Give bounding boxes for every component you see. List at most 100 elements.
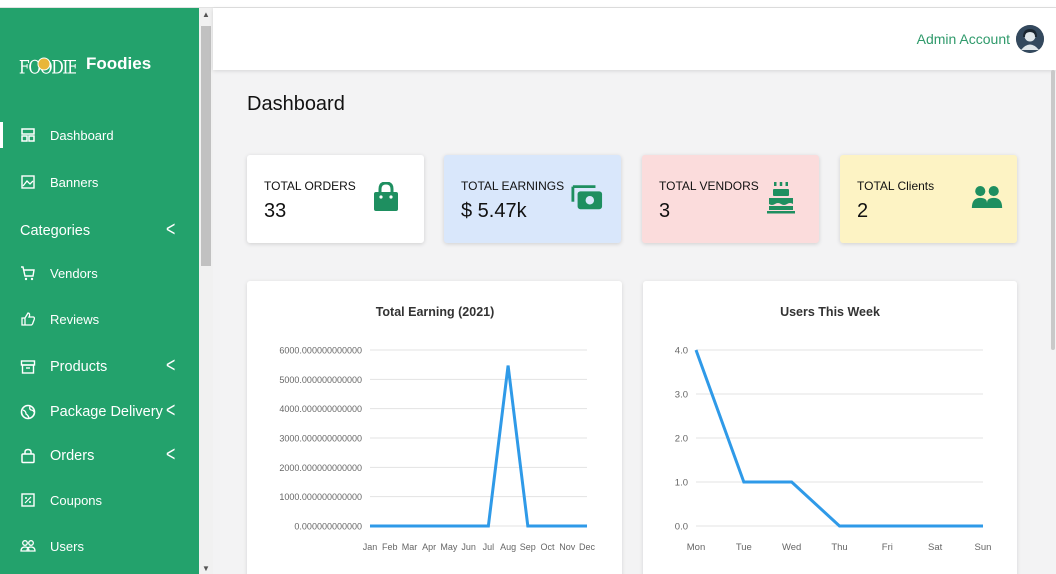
x-tick-label: Dec [579, 542, 596, 552]
card-value: $ 5.47k [461, 200, 527, 222]
bag-icon [20, 448, 36, 464]
sidebar-item-coupons[interactable]: Coupons [0, 483, 199, 517]
users-icon [20, 538, 36, 554]
y-tick-label: 1000.000000000000 [279, 492, 362, 502]
card-title: TOTAL Clients [857, 179, 935, 193]
x-tick-label: Nov [559, 542, 576, 552]
sidebar-item-label: Reviews [50, 311, 100, 327]
x-tick-label: May [440, 542, 458, 552]
x-tick-label: Apr [422, 542, 436, 552]
chevron-left-icon: < [166, 355, 176, 378]
x-tick-label: Jun [461, 542, 476, 552]
thumbs-up-icon [20, 311, 36, 327]
scroll-down-icon[interactable]: ▼ [202, 564, 210, 573]
y-tick-label: 4.0 [675, 346, 688, 357]
y-tick-label: 6000.000000000000 [279, 346, 362, 356]
x-tick-label: Feb [382, 542, 398, 552]
browser-top-strip [0, 0, 1056, 8]
card-title: TOTAL EARNINGS [461, 179, 565, 193]
admin-account-label: Admin Account [916, 31, 1010, 47]
y-tick-label: 5000.000000000000 [279, 375, 362, 385]
shopping-bag-icon [370, 179, 402, 215]
scroll-up-icon[interactable]: ▲ [202, 10, 210, 19]
x-tick-label: Thu [831, 542, 847, 553]
sidebar-item-banners[interactable]: Banners [0, 165, 199, 199]
cart-icon [20, 265, 36, 281]
sidebar-scroll-thumb[interactable] [201, 26, 211, 266]
sidebar-item-package-delivery[interactable]: Package Delivery < [0, 395, 199, 429]
y-tick-label: 2000.000000000000 [279, 463, 362, 473]
chart-title: Users This Week [780, 305, 880, 319]
x-tick-label: Jul [483, 542, 495, 552]
image-icon [20, 174, 36, 190]
sidebar-item-dashboard[interactable]: Dashboard [0, 118, 199, 152]
globe-icon [20, 404, 36, 420]
x-tick-label: Mar [402, 542, 418, 552]
sidebar-item-users[interactable]: Users [0, 529, 199, 563]
earning-line-chart: Total Earning (2021) 0.000000000000 1000.… [279, 305, 596, 552]
sidebar-item-reviews[interactable]: Reviews [0, 302, 199, 336]
card-value: 33 [264, 200, 287, 222]
x-tick-label: Sun [975, 542, 992, 553]
sidebar: FOODIES Foodies Dashboard Banners Catego… [0, 8, 199, 574]
x-tick-label: Sep [520, 542, 536, 552]
x-tick-label: Jan [363, 542, 378, 552]
x-tick-label: Aug [500, 542, 516, 552]
card-total-clients[interactable]: TOTAL Clients 2 [840, 155, 1017, 243]
x-tick-label: Oct [541, 542, 556, 552]
coupon-icon [20, 492, 36, 508]
x-tick-label: Fri [882, 542, 893, 553]
sidebar-item-vendors[interactable]: Vendors [0, 256, 199, 290]
y-tick-label: 3000.000000000000 [279, 434, 362, 444]
x-tick-label: Wed [782, 542, 801, 553]
brand[interactable]: FOODIES Foodies [18, 44, 151, 84]
users-icon [971, 179, 1003, 215]
cake-icon [765, 179, 797, 215]
y-tick-label: 2.0 [675, 434, 688, 445]
card-total-orders[interactable]: TOTAL ORDERS 33 [247, 155, 424, 243]
sidebar-item-label: Users [50, 538, 84, 554]
sidebar-item-label: Orders [50, 448, 95, 464]
chart-title: Total Earning (2021) [376, 305, 495, 319]
sidebar-item-categories[interactable]: Categories < [0, 214, 199, 248]
card-value: 3 [659, 200, 671, 222]
dashboard-icon [20, 127, 36, 143]
admin-account-menu[interactable]: Admin Account [917, 25, 1044, 53]
x-tick-label: Tue [736, 542, 752, 553]
sidebar-scrollbar[interactable]: ▲ ▼ [199, 8, 213, 574]
card-title: TOTAL VENDORS [659, 179, 759, 193]
brand-name: Foodies [86, 54, 152, 73]
card-total-vendors[interactable]: TOTAL VENDORS 3 [642, 155, 819, 243]
card-value: 2 [857, 200, 869, 222]
archive-icon [20, 359, 36, 375]
main-scrollbar[interactable] [1050, 70, 1056, 574]
top-bar: Admin Account [213, 8, 1056, 70]
x-tick-label: Mon [687, 542, 705, 553]
sidebar-item-label: Products [50, 359, 108, 375]
main-scroll-thumb[interactable] [1051, 70, 1055, 350]
brand-logo: FOODIES [19, 57, 76, 79]
sidebar-item-products[interactable]: Products < [0, 350, 199, 384]
x-tick-label: Sat [928, 542, 943, 553]
users-week-line-chart: Users This Week 0.0 1.0 2.0 3.0 4.0 Mon Tue Wed… [675, 305, 992, 553]
sidebar-item-label: Categories [20, 223, 91, 239]
money-icon [571, 179, 603, 215]
avatar[interactable] [1016, 25, 1044, 53]
sidebar-item-label: Coupons [50, 492, 103, 508]
y-tick-label: 0.000000000000 [294, 522, 362, 532]
card-total-earnings[interactable]: TOTAL EARNINGS $ 5.47k [444, 155, 621, 243]
page-title: Dashboard [247, 93, 345, 115]
sidebar-item-label: Package Delivery [50, 404, 163, 420]
app-window: FOODIES Foodies Dashboard Banners Catego… [0, 0, 1056, 574]
users-week-chart-panel: Users This Week 0.0 1.0 2.0 3.0 4.0 Mon Tue Wed… [643, 281, 1017, 574]
chevron-left-icon: < [166, 444, 176, 467]
card-title: TOTAL ORDERS [264, 179, 356, 193]
sidebar-item-orders[interactable]: Orders < [0, 439, 199, 473]
y-tick-label: 4000.000000000000 [279, 404, 362, 414]
series-line [370, 365, 587, 528]
sidebar-item-label: Banners [50, 174, 99, 190]
y-tick-label: 1.0 [675, 478, 688, 489]
y-tick-label: 3.0 [675, 390, 688, 401]
user-avatar-icon [1016, 25, 1044, 53]
y-tick-label: 0.0 [675, 522, 688, 533]
